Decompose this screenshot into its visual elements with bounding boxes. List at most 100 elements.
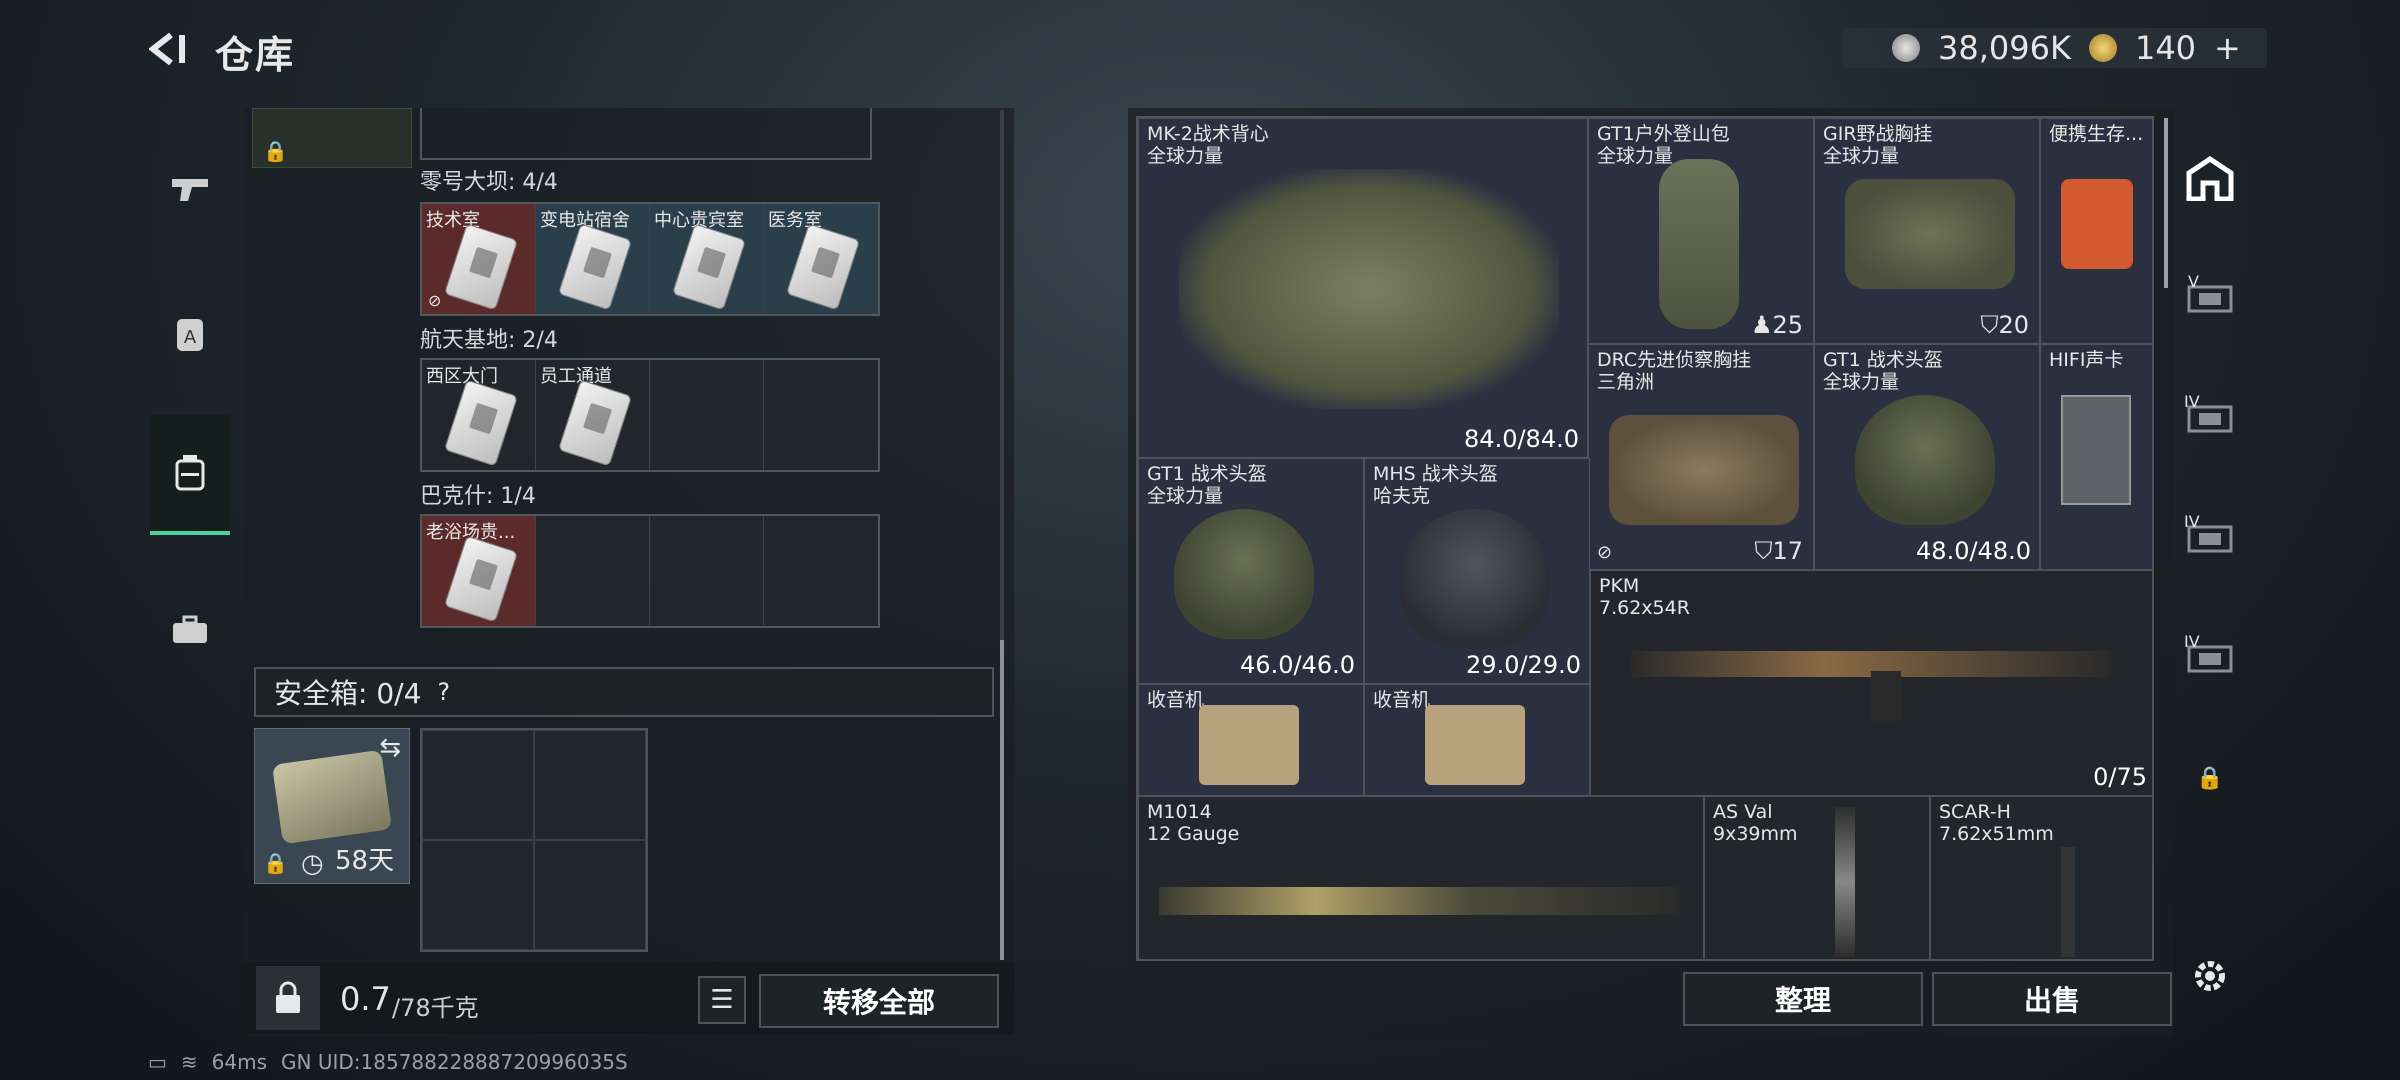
inventory-scrollbar[interactable] bbox=[2164, 118, 2168, 288]
group-label: 巴克什: 1/4 bbox=[420, 484, 536, 509]
partial-item-slot[interactable]: 🔒 bbox=[252, 108, 412, 168]
inventory-item-helmet-2[interactable]: MHS 战术头盔 哈夫克 29.0/29.0 bbox=[1364, 458, 1590, 684]
item-name: PKM 7.62x54R bbox=[1599, 575, 1690, 619]
key-slot[interactable]: 老浴场贵... bbox=[422, 516, 536, 626]
stash-tab-2[interactable]: V bbox=[2180, 258, 2240, 338]
safebox-grid bbox=[420, 728, 648, 952]
weight-current: 0.7 bbox=[340, 980, 391, 1018]
stash-tab-main[interactable] bbox=[2180, 138, 2240, 218]
weight-max: /78千克 bbox=[392, 994, 479, 1022]
stash-icon bbox=[2186, 155, 2234, 201]
safebox-item[interactable]: ⇆ 🔒 ◷ 58天 bbox=[254, 728, 410, 884]
safebox-slot[interactable] bbox=[534, 730, 646, 840]
previous-row bbox=[420, 108, 872, 160]
backpack-icon bbox=[175, 455, 205, 491]
no-insure-icon: ⊘ bbox=[428, 291, 442, 310]
sell-button[interactable]: 出售 bbox=[1932, 972, 2172, 1026]
inventory-item-scar-h[interactable]: SCAR-H 7.62x51mm bbox=[1930, 796, 2152, 959]
vest-image bbox=[1179, 169, 1559, 409]
list-view-button[interactable]: ☰ bbox=[698, 976, 746, 1024]
swap-icon[interactable]: ⇆ bbox=[379, 733, 401, 763]
key-slot[interactable]: 西区大门 bbox=[422, 360, 536, 470]
item-name: M1014 12 Gauge bbox=[1147, 801, 1240, 845]
wifi-icon: ≋ bbox=[180, 1050, 198, 1074]
help-button[interactable]: ? bbox=[437, 678, 450, 706]
stash-tab-4[interactable]: IV bbox=[2180, 498, 2240, 578]
item-name: 便携生存... bbox=[2049, 123, 2144, 145]
clock-icon: ◷ bbox=[301, 849, 324, 879]
inventory-item-helmet[interactable]: GT1 战术头盔 全球力量 46.0/46.0 bbox=[1138, 458, 1364, 684]
empty-slot[interactable] bbox=[536, 516, 650, 626]
inventory-item-vest[interactable]: MK-2战术背心 全球力量 84.0/84.0 bbox=[1138, 118, 1588, 458]
survival-kit-image bbox=[2061, 179, 2133, 269]
tier-label: IV bbox=[2184, 392, 2200, 411]
gold-coin-icon bbox=[2088, 34, 2117, 62]
tier-label: V bbox=[2188, 272, 2199, 291]
capacity-badge: ⛉20 bbox=[1980, 311, 2029, 339]
back-button[interactable] bbox=[140, 24, 200, 74]
soundcard-image bbox=[2061, 395, 2131, 505]
key-slot[interactable]: 医务室 bbox=[764, 204, 878, 314]
item-name: GT1 战术头盔 全球力量 bbox=[1823, 349, 1943, 393]
inventory-item-radio[interactable]: 收音机 bbox=[1138, 684, 1364, 796]
list-icon: ☰ bbox=[710, 985, 734, 1015]
keycard-icon bbox=[443, 379, 519, 467]
key-slot-row: 老浴场贵... bbox=[420, 514, 880, 628]
transfer-all-button[interactable]: 转移全部 bbox=[759, 974, 999, 1028]
category-case[interactable] bbox=[150, 570, 230, 690]
locked-stash-tab[interactable]: 🔒 bbox=[2180, 738, 2240, 818]
safebox-slot[interactable] bbox=[422, 730, 534, 840]
inventory-item-backpack[interactable]: GT1户外登山包 全球力量 ♟25 bbox=[1588, 118, 1814, 344]
item-durability: 29.0/29.0 bbox=[1466, 651, 1581, 679]
inventory-item-m1014[interactable]: M1014 12 Gauge bbox=[1138, 796, 1704, 959]
inventory-item-survival[interactable]: 便携生存... bbox=[2040, 118, 2152, 344]
item-name: GT1 战术头盔 全球力量 bbox=[1147, 463, 1267, 507]
inventory-item-chest-rig[interactable]: GIR野战胸挂 全球力量 ⛉20 bbox=[1814, 118, 2040, 344]
item-durability: 84.0/84.0 bbox=[1464, 425, 1579, 453]
rifle-image bbox=[2061, 847, 2075, 957]
inventory-item-as-val[interactable]: AS Val 9x39mm bbox=[1704, 796, 1930, 959]
lock-icon: 🔒 bbox=[263, 851, 288, 875]
radio-image bbox=[1199, 705, 1299, 785]
safebox-label: 安全箱: 0/4 bbox=[274, 677, 422, 710]
category-weapons[interactable] bbox=[150, 130, 230, 250]
lock-icon bbox=[276, 981, 300, 1013]
capacity-badge: ⛉17 bbox=[1754, 537, 1803, 565]
inventory-item-pkm[interactable]: PKM 7.62x54R 0/75 bbox=[1590, 570, 2152, 796]
empty-slot[interactable] bbox=[764, 360, 878, 470]
inventory-item-soundcard[interactable]: HIFI声卡 bbox=[2040, 344, 2152, 570]
category-backpack[interactable] bbox=[150, 415, 230, 535]
item-name: DRC先进侦察胸挂 三角洲 bbox=[1597, 349, 1752, 393]
key-slot[interactable]: 员工通道 bbox=[536, 360, 650, 470]
gold-add-button[interactable]: + bbox=[2214, 29, 2241, 67]
inventory-item-chest-rig-2[interactable]: DRC先进侦察胸挂 三角洲 ⊘ ⛉17 bbox=[1588, 344, 1814, 570]
empty-slot[interactable] bbox=[764, 516, 878, 626]
scrollbar-thumb[interactable] bbox=[1000, 640, 1004, 960]
empty-slot[interactable] bbox=[650, 516, 764, 626]
lock-icon: 🔒 bbox=[2196, 765, 2224, 791]
item-name: 收音机 bbox=[1373, 689, 1431, 711]
key-slot[interactable]: 中心贵宾室 bbox=[650, 204, 764, 314]
shotgun-image bbox=[1159, 887, 1679, 915]
gear-icon bbox=[2195, 961, 2225, 991]
settings-button[interactable] bbox=[2180, 936, 2240, 1016]
safebox-slot[interactable] bbox=[422, 840, 534, 950]
stash-tab-3[interactable]: IV bbox=[2180, 378, 2240, 458]
chest-rig-image bbox=[1609, 415, 1799, 525]
stash-tab-5[interactable]: IV bbox=[2180, 618, 2240, 698]
safebox-duration: 58天 bbox=[335, 846, 395, 876]
radio-image bbox=[1425, 705, 1525, 785]
inventory-item-radio[interactable]: 收音机 bbox=[1364, 684, 1590, 796]
organize-button[interactable]: 整理 bbox=[1683, 972, 1923, 1026]
key-slot[interactable]: 变电站宿舍 bbox=[536, 204, 650, 314]
empty-slot[interactable] bbox=[650, 360, 764, 470]
category-armor[interactable]: A bbox=[150, 275, 230, 395]
group-label: 零号大坝: 4/4 bbox=[420, 170, 558, 195]
capacity-badge: ♟25 bbox=[1750, 311, 1803, 339]
safebox-slot[interactable] bbox=[534, 840, 646, 950]
inventory-item-helmet[interactable]: GT1 战术头盔 全球力量 48.0/48.0 bbox=[1814, 344, 2040, 570]
keycard-icon bbox=[671, 223, 747, 311]
key-slot[interactable]: 技术室 ⊘ bbox=[422, 204, 536, 314]
pkm-grip bbox=[1871, 671, 1901, 721]
weight-lock-button[interactable] bbox=[256, 966, 320, 1030]
